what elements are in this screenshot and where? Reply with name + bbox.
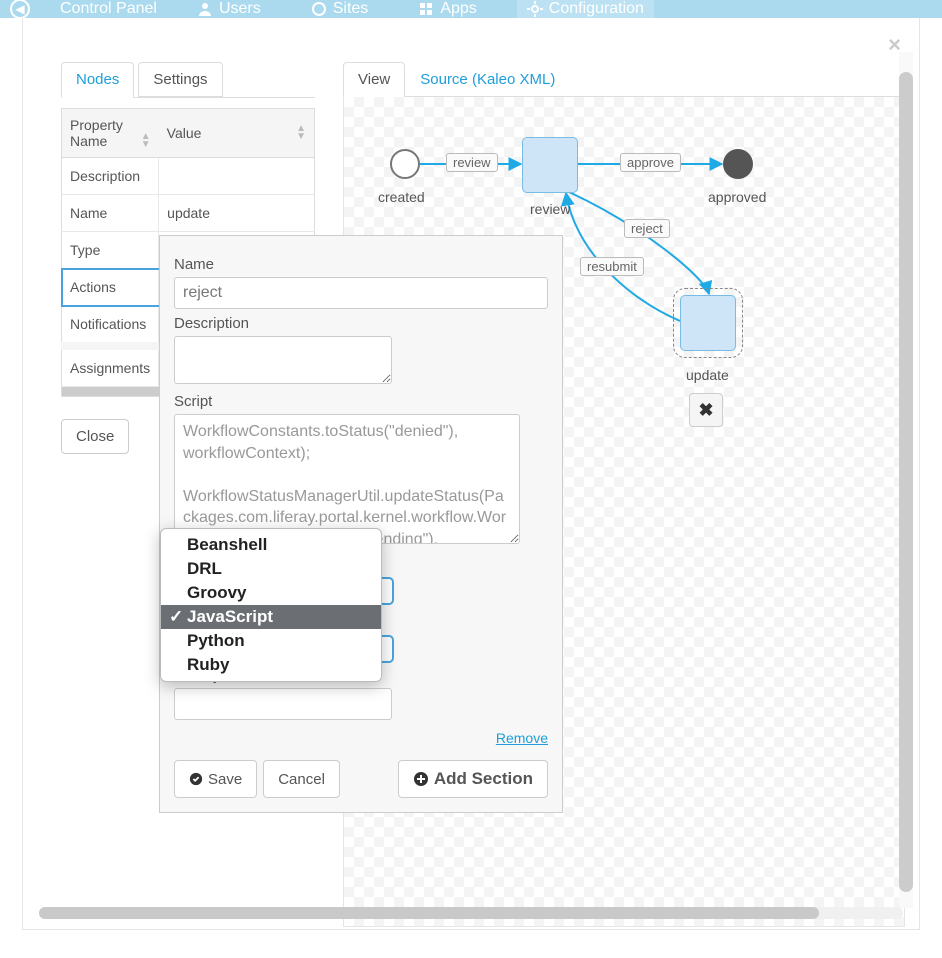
modal-horizontal-scrollbar[interactable] [39,907,903,919]
topbar-apps[interactable]: Apps [408,0,486,18]
canvas-tabs: View Source (Kaleo XML) [343,62,905,97]
sort-icon[interactable]: ▲▼ [296,125,306,141]
script-label: Script [174,393,548,410]
edge-approve-label[interactable]: approve [620,153,681,172]
description-label: Description [174,315,548,332]
action-name-input[interactable] [174,277,548,309]
delete-node-button[interactable]: ✖ [689,393,723,427]
script-language-select[interactable] [382,577,394,605]
back-icon[interactable]: ◀ [10,0,30,19]
option-python[interactable]: Python [161,629,381,653]
add-section-button[interactable]: Add Section [398,760,548,798]
node-review-label: review [530,201,570,217]
col-value[interactable]: Value▲▼ [159,109,315,158]
prop-row-description[interactable]: Description [62,158,315,195]
option-drl[interactable]: DRL [161,557,381,581]
prop-row-name[interactable]: Nameupdate [62,195,315,232]
option-javascript[interactable]: JavaScript [161,605,381,629]
cancel-button[interactable]: Cancel [263,760,340,798]
node-update-label: update [686,367,729,383]
node-approved[interactable] [723,149,753,179]
check-circle-icon [189,772,203,786]
remove-action-link[interactable]: Remove [174,730,548,746]
action-priority-input[interactable] [174,688,392,720]
script-language-dropdown[interactable]: Beanshell DRL Groovy JavaScript Python R… [160,528,382,682]
node-review[interactable] [522,137,578,193]
topbar-users[interactable]: Users [187,0,271,18]
col-property-name[interactable]: Property Name▲▼ [62,109,159,158]
topbar-sites[interactable]: Sites [301,0,379,18]
topbar: ◀ Control Panel Users Sites Apps Configu… [0,0,942,18]
option-ruby[interactable]: Ruby [161,653,381,677]
option-beanshell[interactable]: Beanshell [161,533,381,557]
tab-view[interactable]: View [343,62,405,97]
node-approved-label: approved [708,189,766,205]
left-tabs: Nodes Settings [61,62,315,98]
execution-type-select[interactable] [382,635,394,663]
edge-resubmit-label[interactable]: resubmit [580,257,644,276]
node-created[interactable] [390,149,420,179]
edge-review-label[interactable]: review [446,153,498,172]
close-button[interactable]: Close [61,419,129,454]
tab-source[interactable]: Source (Kaleo XML) [405,62,570,96]
tab-nodes[interactable]: Nodes [61,62,134,98]
modal-vertical-scrollbar[interactable] [899,52,913,908]
sort-icon[interactable]: ▲▼ [141,133,151,149]
action-editor-popup: Name Description Script WorkflowConstant… [159,235,563,813]
node-update[interactable] [680,295,736,351]
close-icon: ✖ [698,400,713,421]
option-groovy[interactable]: Groovy [161,581,381,605]
edge-reject-label[interactable]: reject [624,219,670,238]
topbar-configuration[interactable]: Configuration [517,0,654,18]
topbar-title: Control Panel [60,0,157,18]
action-description-input[interactable] [174,336,392,384]
tab-settings[interactable]: Settings [138,62,222,97]
action-script-input[interactable]: WorkflowConstants.toStatus("denied"), wo… [174,414,520,544]
node-created-label: created [378,189,425,205]
save-button[interactable]: Save [174,760,257,798]
name-label: Name [174,256,548,273]
plus-circle-icon [413,771,429,787]
